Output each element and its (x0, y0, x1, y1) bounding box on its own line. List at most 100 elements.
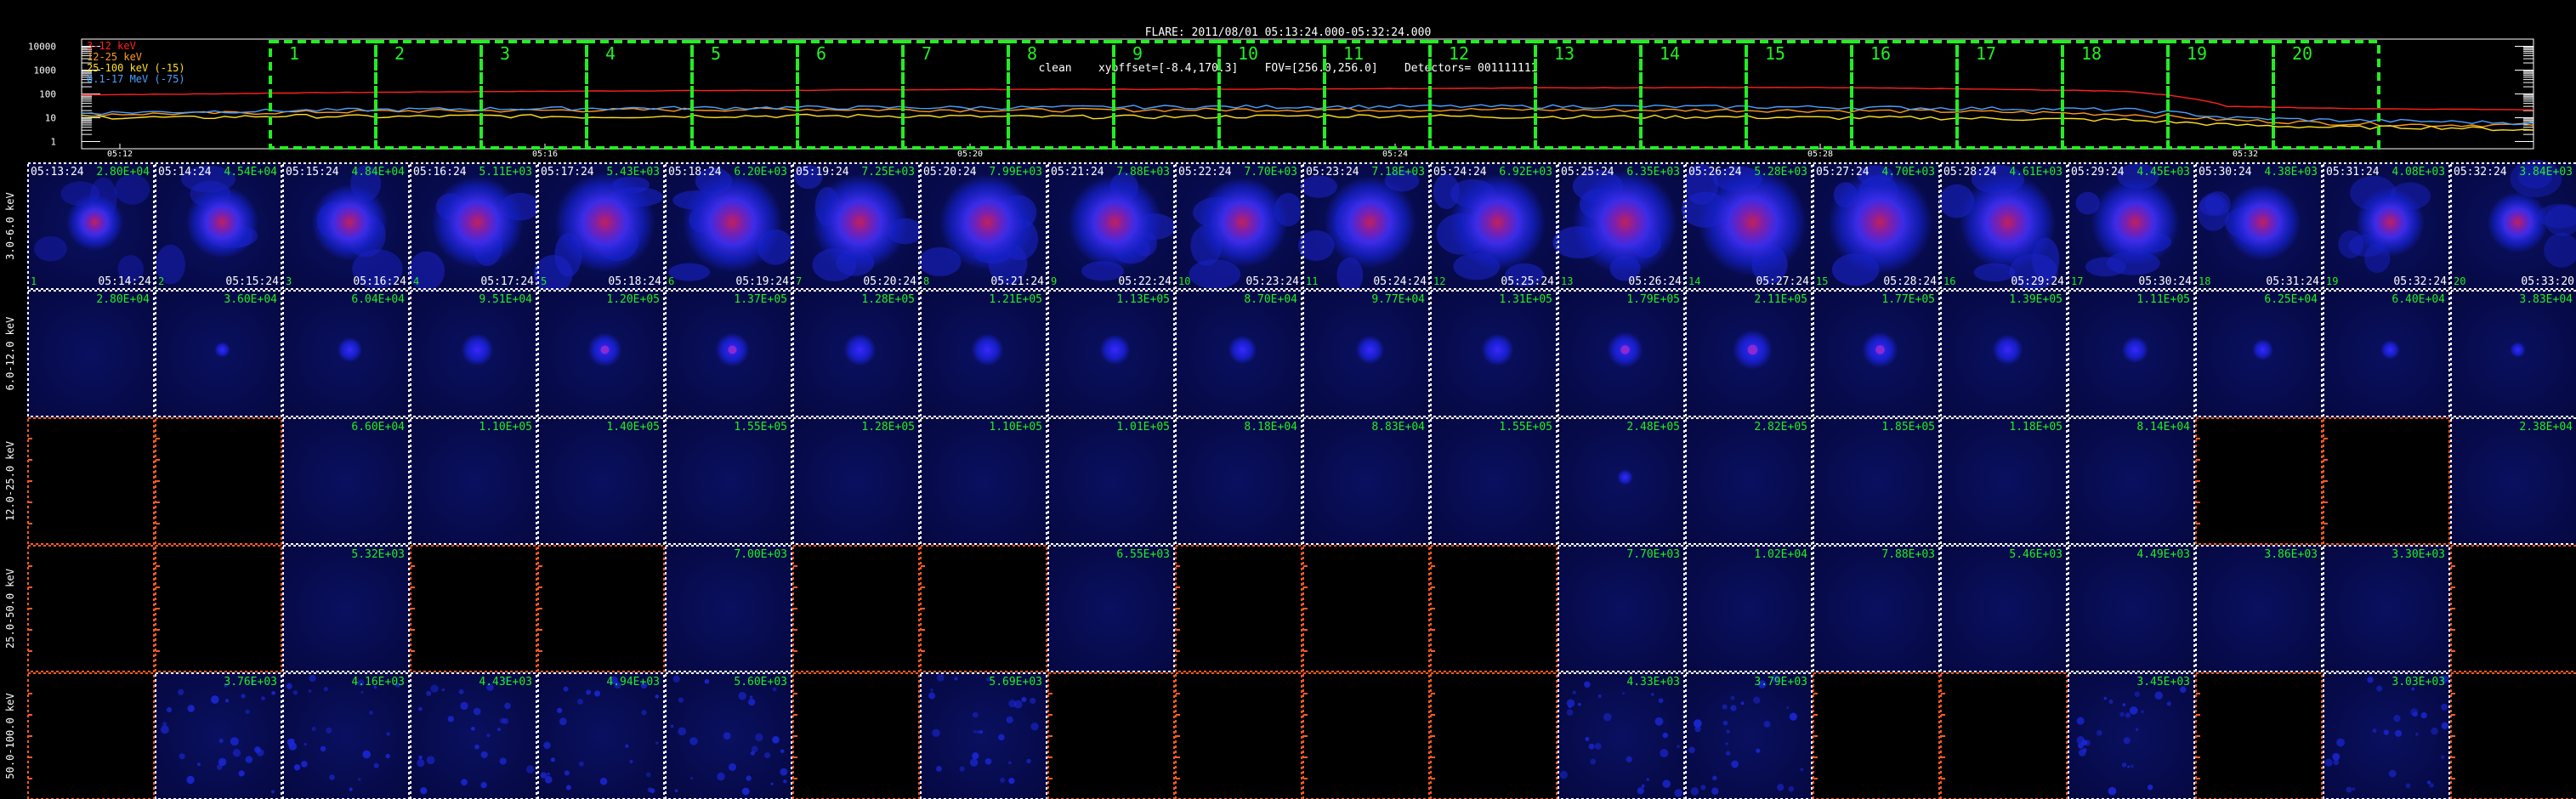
noise-speckle (1688, 746, 1695, 754)
image-panel (2450, 672, 2576, 799)
noise-speckle (417, 706, 423, 711)
panel-value: 1.10E+05 (989, 421, 1042, 434)
interval-label: 17 (1976, 43, 1996, 64)
image-panel (1175, 545, 1302, 672)
interval-label: 11 (1343, 43, 1364, 64)
noise-speckle (984, 758, 992, 765)
image-panel: 1.28E+05 (792, 417, 920, 545)
noise-speckle (1786, 706, 1790, 710)
noise-speckle (1753, 696, 1761, 704)
image-panel (410, 545, 537, 672)
figure: FLARE: 2011/08/01 05:13:24.000-05:32:24.… (0, 0, 2576, 799)
image-panel: 8.70E+04 (1175, 290, 1302, 417)
interval-box (2166, 40, 2275, 150)
panel-value: 1.55E+05 (734, 421, 787, 434)
image-panel: 7.00E+03 (665, 545, 792, 672)
noise-speckle (586, 689, 592, 695)
noise-speckle (2134, 691, 2141, 697)
image-panel: 4.08E+03 05:31:24 05:32:24 19 (2323, 162, 2450, 290)
panel-value: 4.94E+03 (606, 676, 660, 688)
source-blob (1068, 175, 1162, 269)
panel-value: 1.85E+05 (1881, 421, 1935, 434)
panel-value: 3.45E+03 (2136, 676, 2190, 688)
noise-speckle (780, 768, 788, 776)
noise-speckle (1566, 709, 1574, 716)
panel-value: 1.01E+05 (1116, 421, 1170, 434)
noise-speckle (360, 690, 364, 694)
panel-value: 1.20E+05 (606, 293, 660, 306)
image-panel: 4.94E+03 (537, 672, 665, 799)
panel-value: 5.11E+03 (479, 166, 532, 178)
source-blob (214, 342, 230, 358)
noise-speckle (2108, 699, 2114, 705)
source-blob (1355, 335, 1385, 365)
interval-box (1850, 40, 1959, 150)
noise-speckle (292, 690, 298, 695)
image-bg (282, 417, 410, 545)
noise-speckle (1788, 785, 1795, 792)
noise-speckle (936, 766, 942, 772)
source-blob (1099, 334, 1131, 366)
source-blob (1197, 177, 1288, 268)
interval-box (1745, 40, 1853, 150)
panel-value: 8.18E+04 (1244, 421, 1297, 434)
noise-speckle (655, 694, 660, 699)
panel-start-time: 05:25:24 (1561, 166, 1614, 178)
interval-box (374, 40, 483, 150)
noise-speckle (1712, 775, 1717, 781)
noise-speckle (1674, 789, 1683, 797)
image-panel: 9.77E+04 (1302, 290, 1430, 417)
panel-index: 2 (158, 275, 164, 287)
source-core (728, 345, 737, 354)
noise-speckle (772, 736, 780, 744)
noise-speckle (2135, 728, 2139, 732)
noise-speckle (224, 699, 230, 703)
image-bg (537, 417, 665, 545)
empty-panel-bg (27, 417, 155, 545)
panel-index: 9 (1051, 275, 1057, 287)
image-panel: 3.30E+03 (2323, 545, 2450, 672)
noise-speckle (2395, 729, 2403, 737)
panel-value: 8.70E+04 (1244, 293, 1297, 306)
noise-speckle (1660, 749, 1669, 757)
panel-value: 2.80E+04 (96, 293, 150, 306)
image-panel (155, 545, 282, 672)
noise-speckle (976, 730, 979, 734)
noise-speckle (2393, 715, 2401, 722)
image-panel: 6.20E+03 05:18:24 05:19:24 6 (665, 162, 794, 290)
noise-speckle (670, 724, 674, 728)
panel-end-time: 05:16:24 (353, 275, 406, 288)
noise-speckle (1726, 729, 1730, 734)
panel-end-time: 05:31:24 (2266, 275, 2319, 288)
source-blob (2224, 184, 2301, 261)
panel-value: 8.83E+04 (1371, 421, 1425, 434)
noise-speckle (1654, 717, 1664, 726)
background-patch (34, 235, 67, 262)
row-energy-label: 50.0-100.0 keV (4, 693, 16, 779)
panel-index: 17 (2071, 275, 2083, 287)
image-panel: 1.55E+05 (1430, 417, 1558, 545)
noise-speckle (723, 732, 731, 740)
noise-speckle (2076, 717, 2085, 725)
noise-speckle (544, 775, 553, 784)
noise-speckle (197, 762, 201, 767)
noise-speckle (458, 688, 464, 694)
image-bg (1685, 545, 1813, 672)
noise-speckle (470, 727, 475, 731)
image-panel: 4.84E+04 05:15:24 05:16:24 3 (282, 162, 410, 290)
lightcurve-frame (81, 38, 2534, 150)
noise-speckle (2125, 712, 2131, 718)
panel-value: 1.02E+04 (1754, 548, 1807, 561)
panel-value: 1.10E+05 (479, 421, 532, 434)
panel-start-time: 05:28:24 (1943, 166, 1997, 178)
image-bg (1302, 417, 1430, 545)
panel-value: 9.77E+04 (1371, 293, 1425, 306)
noise-speckle (441, 688, 445, 692)
panel-value: 5.69E+03 (989, 676, 1042, 688)
source-blob (1992, 334, 2023, 366)
image-panel: 7.88E+03 05:21:24 05:22:24 9 (1047, 162, 1176, 290)
empty-panel-bg (2195, 672, 2323, 799)
noise-speckle (928, 692, 936, 700)
noise-speckle (309, 675, 316, 683)
noise-speckle (1800, 768, 1804, 772)
